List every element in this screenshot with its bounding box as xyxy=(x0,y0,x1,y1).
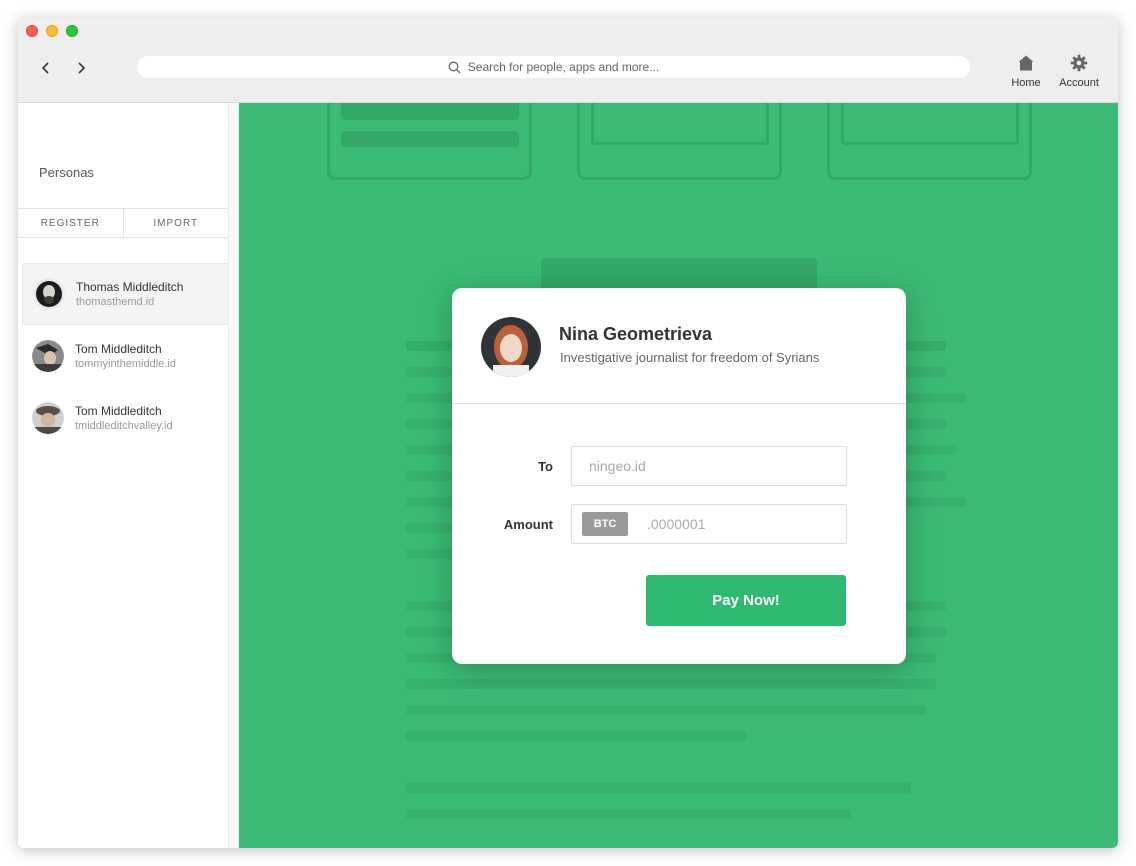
persona-name: Tom Middleditch xyxy=(75,404,162,418)
amount-field[interactable]: BTC .0000001 xyxy=(571,504,847,544)
chevron-right-icon xyxy=(78,62,86,74)
gear-icon xyxy=(1070,54,1088,72)
to-field[interactable]: ningeo.id xyxy=(571,446,847,486)
app-window: Search for people, apps and more... Home xyxy=(18,18,1118,848)
tab-import[interactable]: IMPORT xyxy=(122,209,229,237)
to-placeholder: ningeo.id xyxy=(589,458,646,474)
recipient-name: Nina Geometrieva xyxy=(559,324,713,344)
account-button[interactable]: Account xyxy=(1055,54,1103,89)
sidebar-tabs: REGISTER IMPORT xyxy=(18,208,228,238)
close-window-button[interactable] xyxy=(26,25,38,37)
sidebar-divider xyxy=(228,103,239,848)
search-icon xyxy=(448,61,461,73)
account-label: Account xyxy=(1059,77,1099,89)
persona-item-thomasthemd[interactable]: Thomas Middleditch thomasthemd.id xyxy=(22,263,228,325)
persona-name: Tom Middleditch xyxy=(75,342,162,356)
currency-badge[interactable]: BTC xyxy=(582,512,628,536)
to-label: To xyxy=(538,459,553,474)
persona-name: Thomas Middleditch xyxy=(76,280,184,294)
minimize-window-button[interactable] xyxy=(46,25,58,37)
tab-register[interactable]: REGISTER xyxy=(18,209,123,237)
search-placeholder: Search for people, apps and more... xyxy=(467,60,660,74)
home-button[interactable]: Home xyxy=(1010,54,1042,89)
amount-placeholder: .0000001 xyxy=(647,516,706,532)
recipient-bio: Investigative journalist for freedom of … xyxy=(560,350,820,365)
modal-header: Nina Geometrieva Investigative journalis… xyxy=(452,288,906,404)
home-icon xyxy=(1018,55,1034,71)
pay-now-button[interactable]: Pay Now! xyxy=(646,575,846,626)
home-label: Home xyxy=(1011,77,1041,89)
forward-button[interactable] xyxy=(71,58,91,78)
sidebar-title: Personas xyxy=(39,165,94,180)
back-button[interactable] xyxy=(36,58,56,78)
toolbar: Search for people, apps and more... Home xyxy=(18,18,1118,103)
persona-item-tommyinthemiddle[interactable]: Tom Middleditch tommyinthemiddle.id xyxy=(22,325,228,387)
persona-id: tmiddleditchvalley.id xyxy=(75,420,173,432)
avatar xyxy=(32,340,64,372)
avatar xyxy=(32,402,64,434)
avatar xyxy=(481,317,541,377)
search-input[interactable]: Search for people, apps and more... xyxy=(137,56,970,78)
persona-id: thomasthemd.id xyxy=(76,296,155,308)
chevron-left-icon xyxy=(41,62,49,74)
sidebar: Personas REGISTER IMPORT Thomas Middledi… xyxy=(18,103,228,848)
persona-item-tmiddleditchvalley[interactable]: Tom Middleditch tmiddleditchvalley.id xyxy=(22,387,228,449)
avatar xyxy=(33,278,65,310)
persona-id: tommyinthemiddle.id xyxy=(75,358,176,370)
maximize-window-button[interactable] xyxy=(66,25,78,37)
payment-modal: Nina Geometrieva Investigative journalis… xyxy=(452,288,906,664)
amount-label: Amount xyxy=(503,517,553,532)
